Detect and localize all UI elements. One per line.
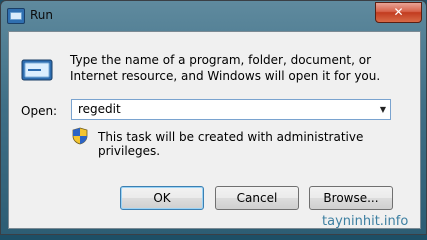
ok-button[interactable]: OK — [120, 186, 204, 210]
title-bar[interactable]: Run ✕ — [1, 1, 426, 31]
open-input[interactable]: regedit — [78, 102, 121, 116]
dialog-body: Type the name of a program, folder, docu… — [8, 31, 421, 229]
browse-button[interactable]: Browse... — [309, 186, 393, 210]
open-label: Open: — [21, 104, 58, 118]
run-icon — [7, 8, 25, 24]
cancel-button[interactable]: Cancel — [215, 186, 299, 210]
watermark-text: tayninhit.info — [322, 214, 409, 229]
open-combobox[interactable]: regedit ▼ — [71, 99, 391, 120]
run-icon — [21, 59, 53, 81]
privilege-note: This task will be created with administr… — [98, 130, 364, 158]
run-dialog: Run ✕ Type the name of a program, folder… — [0, 0, 427, 235]
window-title: Run — [30, 8, 54, 22]
close-button[interactable]: ✕ — [375, 2, 422, 23]
instruction-text: Type the name of a program, folder, docu… — [70, 53, 381, 83]
uac-shield-icon — [72, 127, 88, 145]
chevron-down-icon[interactable]: ▼ — [380, 105, 386, 114]
